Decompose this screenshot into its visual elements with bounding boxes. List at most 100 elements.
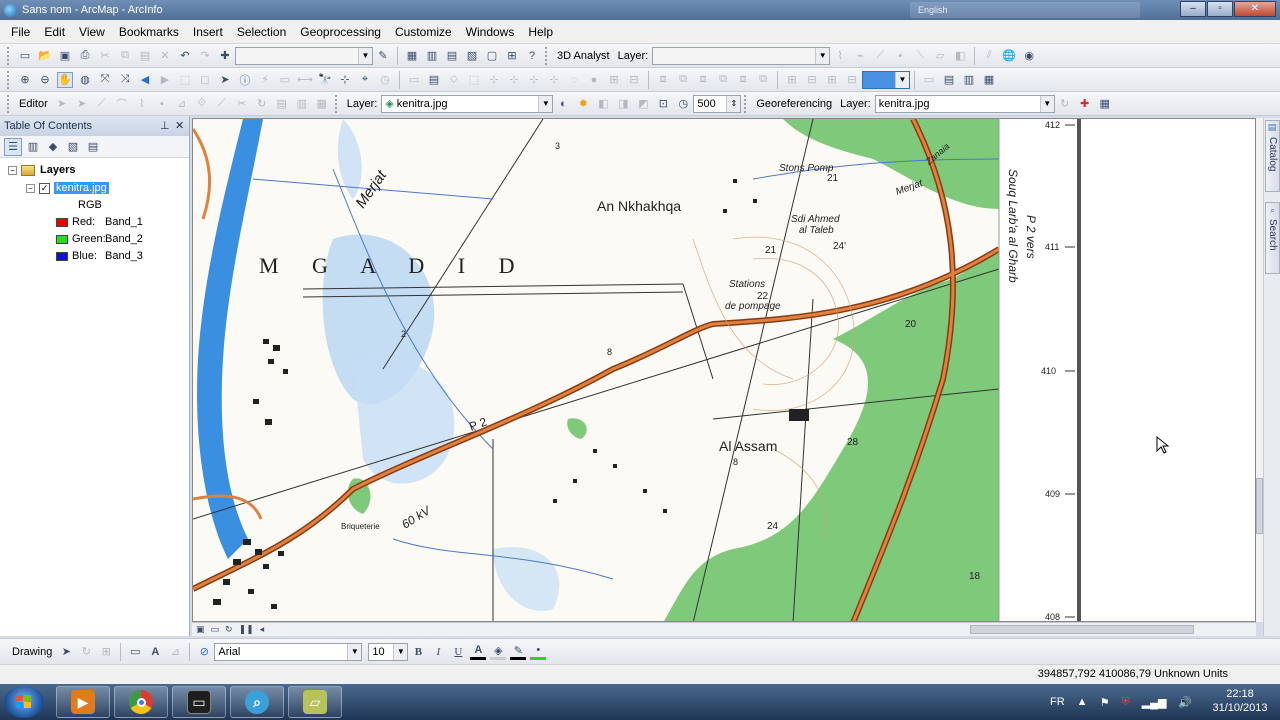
layout-icon-1[interactable]: ⊞ (784, 72, 800, 88)
scale-icon[interactable]: ◷ (675, 96, 691, 112)
create-contours-icon[interactable]: ⌇ (832, 48, 848, 64)
layer-collapse-icon[interactable]: − (26, 183, 35, 193)
language-indicator-fr[interactable]: FR (1050, 696, 1065, 708)
add-control-points-icon[interactable]: ✚ (1077, 96, 1093, 112)
topology-icon-5[interactable]: ⧈ (735, 72, 751, 88)
rotate-georef-icon[interactable]: ↻ (1057, 96, 1073, 112)
green-swatch[interactable] (56, 234, 68, 244)
refresh-icon[interactable]: ↻ (225, 624, 233, 635)
full-extent-icon[interactable]: ◍ (77, 72, 93, 88)
minimize-button[interactable]: – (1180, 1, 1206, 17)
bold-button[interactable]: B (410, 644, 426, 660)
list-by-drawing-order-icon[interactable]: ☰ (4, 137, 22, 156)
list-by-selection-icon[interactable]: ▧ (64, 138, 82, 156)
point-icon[interactable]: • (154, 96, 170, 112)
font-size-combo[interactable]: 10 ▼ (368, 642, 409, 661)
volume-icon[interactable]: 🔊 (1178, 696, 1192, 709)
layout-icon-3[interactable]: ⊞ (824, 72, 840, 88)
layer-row-kenitra[interactable]: − ✓ kenitra.jpg (26, 180, 109, 196)
taskbar-chrome[interactable] (114, 686, 168, 718)
topology-icon-4[interactable]: ⧉ (715, 72, 731, 88)
create-viewer-icon[interactable]: ▭ (406, 72, 422, 88)
select-elements-icon[interactable]: ➤ (217, 72, 233, 88)
system-clock[interactable]: 22:18 31/10/2013 (1210, 687, 1270, 715)
catalog-tab[interactable]: ▤ Catalog (1265, 120, 1280, 192)
edit-icon-2[interactable]: ⬚ (466, 72, 482, 88)
html-popup-icon[interactable]: ▭ (277, 72, 293, 88)
italic-button[interactable]: I (430, 644, 446, 660)
show-hidden-icons-icon[interactable]: ▲ (1077, 696, 1088, 708)
redo-icon[interactable]: ↷ (197, 48, 213, 64)
edit-icon-7[interactable]: ◌ (566, 72, 582, 88)
marker-color-icon[interactable]: • (530, 644, 547, 660)
toc-close-icon[interactable]: ✕ (175, 119, 184, 132)
rotate-icon[interactable]: ↻ (254, 96, 270, 112)
horizontal-scroll-thumb[interactable] (970, 625, 1194, 634)
list-by-source-icon[interactable]: ▥ (24, 138, 42, 156)
menu-view[interactable]: View (72, 25, 112, 39)
cut-icon[interactable]: ✂ (97, 48, 113, 64)
start-button[interactable] (4, 686, 44, 718)
network-icon[interactable]: ▂▄▆ (1142, 696, 1167, 709)
color-combo[interactable]: ▼ (862, 70, 910, 89)
layout-icon[interactable]: ▤ (426, 72, 442, 88)
forward-icon[interactable]: ▶ (157, 72, 173, 88)
topology-icon-1[interactable]: ⧈ (655, 72, 671, 88)
text-tool-icon[interactable]: A (147, 644, 163, 660)
print-icon[interactable]: ⎙ (77, 48, 93, 64)
topology-icon-3[interactable]: ⧈ (695, 72, 711, 88)
steepest-path-icon[interactable]: ⌁ (852, 48, 868, 64)
cut-polygons-icon[interactable]: ⟋ (214, 96, 230, 112)
zoom-to-selected-icon[interactable]: ⊞ (98, 644, 114, 660)
edit-icon-4[interactable]: ⊹ (506, 72, 522, 88)
taskbar-terminal[interactable]: ▭ (172, 686, 226, 718)
report-icon-4[interactable]: ▦ (981, 72, 997, 88)
menu-help[interactable]: Help (521, 25, 560, 39)
edit-tool-icon[interactable]: ➤ (54, 96, 70, 112)
endpoint-arc-icon[interactable]: ⌒ (114, 96, 130, 112)
view-link-table-icon[interactable]: ▦ (1097, 96, 1113, 112)
menu-selection[interactable]: Selection (230, 25, 293, 39)
fixed-zoom-out-icon[interactable]: ⤨ (117, 72, 133, 88)
clear-selection-icon[interactable]: ◻ (197, 72, 213, 88)
zoom-in-icon[interactable]: ⊕ (17, 72, 33, 88)
georeferencing-menu[interactable]: Georeferencing (752, 98, 836, 110)
contrast-icon[interactable]: ◐ (555, 96, 571, 112)
menu-customize[interactable]: Customize (388, 25, 459, 39)
edit-icon-5[interactable]: ⊹ (526, 72, 542, 88)
font-name-combo[interactable]: Arial ▼ (214, 642, 363, 661)
add-data-icon[interactable]: ✚ (217, 48, 233, 64)
copy-icon[interactable]: ⧉ (117, 48, 133, 64)
straight-segment-icon[interactable]: ⟋ (94, 96, 110, 112)
arcscene-icon[interactable]: ◧ (952, 48, 968, 64)
collapse-icon[interactable]: − (8, 165, 17, 175)
3d-analyst-menu[interactable]: 3D Analyst (553, 50, 614, 62)
whats-this-icon[interactable]: ? (524, 48, 540, 64)
edit-icon-10[interactable]: ⊟ (626, 72, 642, 88)
find-icon[interactable]: 🔭 (317, 72, 333, 88)
report-icon-2[interactable]: ▤ (941, 72, 957, 88)
brightness-icon[interactable]: ✹ (575, 96, 591, 112)
map-vertical-scrollbar[interactable] (1256, 118, 1263, 622)
edit-vertices-icon[interactable]: ⊿ (174, 96, 190, 112)
menu-bookmarks[interactable]: Bookmarks (112, 25, 186, 39)
online-globe-icon[interactable]: ◉ (1021, 48, 1037, 64)
line-color-icon[interactable]: ✎ (510, 644, 527, 660)
hyperlink-icon[interactable]: ⚡ (257, 72, 273, 88)
table-of-contents-icon[interactable]: ▦ (404, 48, 420, 64)
flicker-icon[interactable]: ◩ (635, 96, 651, 112)
transparency-icon[interactable]: ◧ (595, 96, 611, 112)
sketch-properties-icon[interactable]: ▥ (294, 96, 310, 112)
toolbar-grip[interactable] (7, 46, 12, 65)
globe-icon[interactable]: 🌐 (1001, 48, 1017, 64)
topology-icon-6[interactable]: ⧉ (755, 72, 771, 88)
pause-drawing-icon[interactable]: ❚❚ (239, 624, 254, 635)
catalog-window-icon[interactable]: ▥ (424, 48, 440, 64)
menu-geoprocessing[interactable]: Geoprocessing (293, 25, 388, 39)
report-icon-1[interactable]: ▭ (921, 72, 937, 88)
map-scale-combo[interactable]: ▼ (235, 46, 373, 65)
search-window-icon[interactable]: ▤ (444, 48, 460, 64)
report-icon-3[interactable]: ▥ (961, 72, 977, 88)
save-icon[interactable]: ▣ (57, 48, 73, 64)
model-builder-icon[interactable]: ⊞ (504, 48, 520, 64)
